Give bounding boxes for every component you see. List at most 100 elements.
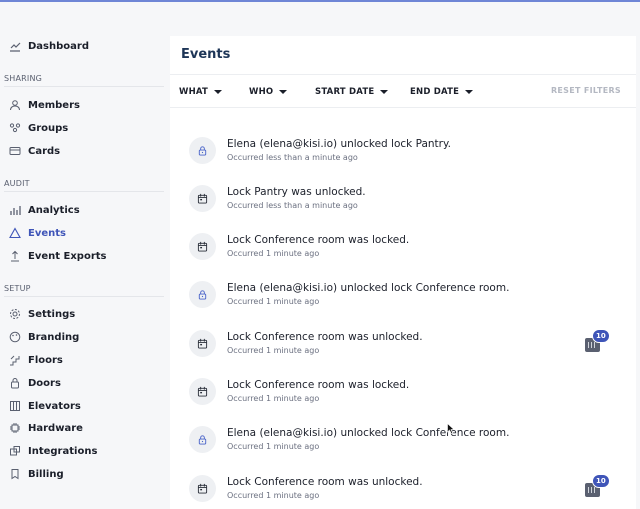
event-time: Occurred 1 minute ago (227, 491, 320, 500)
filter-label: WHAT (179, 87, 209, 97)
event-title: Elena (elena@kisi.io) unlocked lock Conf… (227, 427, 510, 439)
sidebar-item-analytics[interactable]: Analytics (8, 200, 160, 220)
sidebar-item-label: Analytics (28, 204, 80, 216)
event-title: Elena (elena@kisi.io) unlocked lock Conf… (227, 282, 510, 294)
page-title: Events (181, 47, 231, 62)
filter-end-date-dropdown[interactable]: END DATE (410, 85, 474, 99)
filter-label: END DATE (410, 87, 460, 97)
sidebar-item-label: Cards (28, 145, 61, 157)
sidebar-item-members[interactable]: Members (8, 95, 160, 115)
section-label-setup: SETUP (4, 284, 31, 293)
lock-icon (189, 281, 216, 308)
event-title: Lock Conference room was unlocked. (227, 331, 423, 343)
event-title: Lock Conference room was unlocked. (227, 476, 423, 488)
event-time: Occurred 1 minute ago (227, 249, 320, 258)
divider (4, 296, 164, 297)
sidebar-item-floors[interactable]: Floors (8, 350, 160, 370)
event-row[interactable]: Lock Conference room was unlocked. Occur… (170, 474, 636, 509)
caret-down-icon (279, 90, 288, 94)
sidebar-item-label: Elevators (28, 400, 81, 412)
sidebar-item-label: Billing (28, 468, 64, 480)
filter-start-date-dropdown[interactable]: START DATE (315, 85, 389, 99)
divider (4, 191, 164, 192)
calendar-icon (189, 233, 216, 260)
filter-label: WHO (249, 87, 274, 97)
reset-filters-button[interactable]: RESET FILTERS (551, 86, 621, 95)
section-label-sharing: SHARING (4, 74, 43, 83)
sidebar-item-integrations[interactable]: Integrations (8, 441, 160, 461)
event-title: Lock Conference room was locked. (227, 234, 410, 246)
calendar-icon (189, 378, 216, 405)
event-time: Occurred 1 minute ago (227, 394, 320, 403)
caret-down-icon (214, 90, 223, 94)
event-time: Occurred less than a minute ago (227, 201, 358, 210)
calendar-icon (189, 475, 216, 502)
filter-label: START DATE (315, 87, 375, 97)
sidebar-item-label: Dashboard (28, 40, 89, 52)
elevator-icon (8, 399, 22, 413)
sidebar-item-groups[interactable]: Groups (8, 118, 160, 138)
sidebar-item-label: Events (28, 227, 66, 239)
group-icon (8, 121, 22, 135)
snapshot-count-badge: 10 (592, 474, 610, 488)
event-row[interactable]: Lock Conference room was unlocked. Occur… (170, 329, 636, 378)
mouse-cursor-icon (447, 423, 455, 434)
sidebar-item-settings[interactable]: Settings (8, 304, 160, 324)
event-row[interactable]: Elena (elena@kisi.io) unlocked lock Pant… (170, 137, 636, 185)
caret-down-icon (380, 90, 389, 94)
event-row[interactable]: Lock Conference room was locked. Occurre… (170, 378, 636, 426)
sidebar-item-label: Floors (28, 354, 63, 366)
event-row[interactable]: Lock Conference room was locked. Occurre… (170, 233, 636, 281)
sidebar-item-elevators[interactable]: Elevators (8, 396, 160, 416)
sidebar-item-cards[interactable]: Cards (8, 141, 160, 161)
gear-icon (8, 307, 22, 321)
filter-what-dropdown[interactable]: WHAT (179, 85, 223, 99)
event-time: Occurred 1 minute ago (227, 297, 320, 306)
sidebar-item-events[interactable]: Events (8, 223, 160, 243)
sidebar-item-label: Members (28, 99, 80, 111)
sidebar-item-label: Doors (28, 377, 61, 389)
lock-icon (189, 137, 216, 164)
sidebar-item-hardware[interactable]: Hardware (8, 418, 160, 438)
sidebar-item-branding[interactable]: Branding (8, 327, 160, 347)
sidebar-item-label: Hardware (28, 422, 83, 434)
sidebar-item-doors[interactable]: Doors (8, 373, 160, 393)
bookmark-icon (8, 467, 22, 481)
events-panel: Events WHAT WHO START DATE END DATE RESE… (170, 36, 636, 509)
caret-down-icon (465, 90, 474, 94)
sidebar-item-dashboard[interactable]: Dashboard (8, 36, 160, 56)
event-row[interactable]: Elena (elena@kisi.io) unlocked lock Conf… (170, 426, 636, 474)
event-row[interactable]: Lock Pantry was unlocked. Occurred less … (170, 185, 636, 233)
snapshot-count-badge: 10 (592, 329, 610, 343)
filter-who-dropdown[interactable]: WHO (249, 85, 288, 99)
sidebar-item-label: Groups (28, 122, 69, 134)
event-title: Lock Conference room was locked. (227, 379, 410, 391)
event-title: Elena (elena@kisi.io) unlocked lock Pant… (227, 138, 452, 150)
warning-triangle-icon (8, 226, 22, 240)
chip-icon (8, 421, 22, 435)
bar-chart-icon (8, 203, 22, 217)
filters-bar: WHAT WHO START DATE END DATE RESET FILTE… (170, 74, 636, 108)
sidebar-item-label: Settings (28, 308, 76, 320)
calendar-icon (189, 185, 216, 212)
event-time: Occurred 1 minute ago (227, 346, 320, 355)
sidebar-item-label: Event Exports (28, 250, 107, 262)
puzzle-icon (8, 444, 22, 458)
divider (4, 86, 164, 87)
sidebar-item-label: Integrations (28, 445, 98, 457)
calendar-icon (189, 330, 216, 357)
palette-icon (8, 330, 22, 344)
event-row[interactable]: Elena (elena@kisi.io) unlocked lock Conf… (170, 281, 636, 329)
event-time: Occurred 1 minute ago (227, 442, 320, 451)
lock-icon (189, 426, 216, 453)
event-time: Occurred less than a minute ago (227, 153, 358, 162)
section-label-audit: AUDIT (4, 179, 30, 188)
sidebar: Dashboard SHARING Members Groups Cards A… (0, 2, 168, 509)
card-icon (8, 144, 22, 158)
sidebar-item-event-exports[interactable]: Event Exports (8, 246, 160, 266)
sidebar-item-label: Branding (28, 331, 80, 343)
sidebar-item-billing[interactable]: Billing (8, 464, 160, 484)
door-lock-icon (8, 376, 22, 390)
upload-icon (8, 249, 22, 263)
stairs-icon (8, 353, 22, 367)
